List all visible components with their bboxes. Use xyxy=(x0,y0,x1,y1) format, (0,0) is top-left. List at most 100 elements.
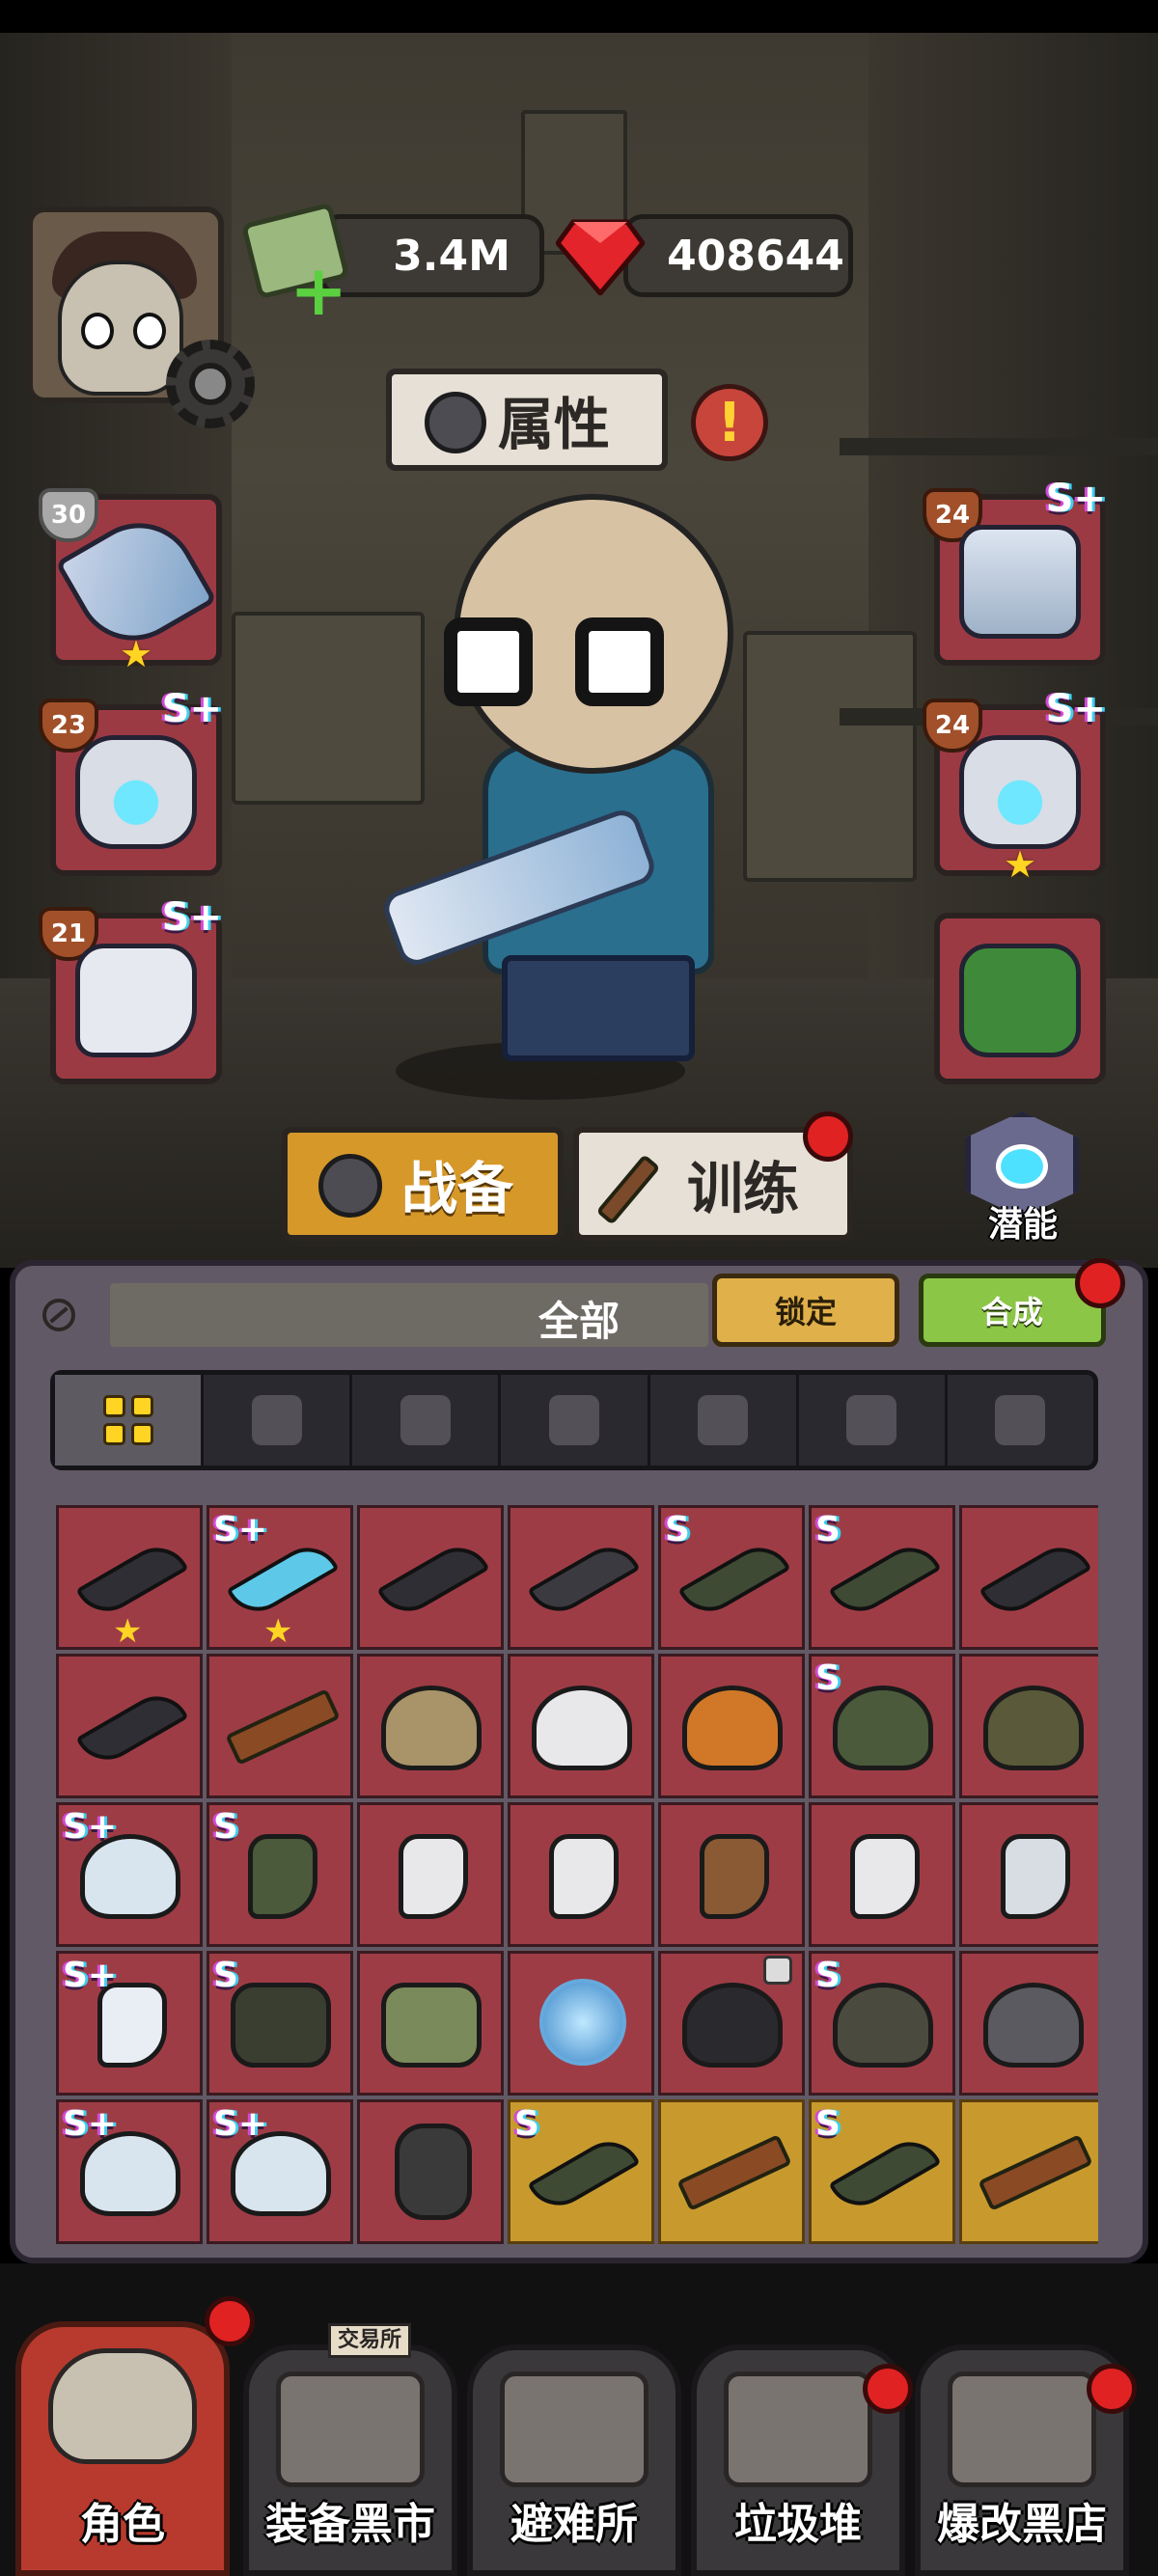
inventory-item[interactable]: S xyxy=(809,1951,955,2096)
category-backpacks[interactable] xyxy=(948,1375,1093,1466)
inventory-item[interactable] xyxy=(357,2099,504,2244)
inventory-item[interactable]: S+ xyxy=(207,2099,353,2244)
inventory-item[interactable] xyxy=(56,1654,203,1798)
notification-dot xyxy=(1075,1258,1125,1308)
helmet-icon xyxy=(983,1983,1084,2068)
vest-icon xyxy=(381,1983,482,2068)
gun-icon xyxy=(75,1684,189,1772)
nav-label: 避难所 xyxy=(510,2500,638,2549)
helmet-icon xyxy=(959,735,1081,849)
inventory-item[interactable]: ★ xyxy=(56,1505,203,1651)
equip-slot-boots[interactable]: 21 S+ xyxy=(39,895,222,1084)
inventory-item[interactable]: S xyxy=(207,1802,353,1947)
nav-item-0[interactable]: 角色 xyxy=(15,2321,230,2576)
boot-icon xyxy=(75,944,197,1057)
inventory-item[interactable]: S xyxy=(207,1951,353,2096)
nav-art-icon xyxy=(500,2371,648,2487)
tab-combat[interactable]: 战备 xyxy=(282,1127,564,1241)
inventory-item[interactable] xyxy=(658,1951,805,2096)
inventory-item[interactable]: S+ xyxy=(56,1951,203,2096)
helmet-icon xyxy=(682,1983,783,2068)
inventory-item[interactable]: S xyxy=(809,2099,955,2244)
inventory-item[interactable] xyxy=(508,1654,654,1798)
inventory-item[interactable] xyxy=(357,1654,504,1798)
slot-level-badge: 30 xyxy=(39,488,98,542)
orb-icon xyxy=(539,1979,626,2066)
inventory-item[interactable] xyxy=(658,1802,805,1947)
alert-exclamation-icon[interactable]: ! xyxy=(691,384,768,461)
boot-icon xyxy=(248,1834,317,1919)
equip-slot-head[interactable]: 24 S+ ★ xyxy=(923,687,1106,886)
inventory-item[interactable]: S+ xyxy=(56,1802,203,1947)
inventory-item[interactable] xyxy=(658,2099,805,2244)
inventory-item[interactable] xyxy=(959,1654,1098,1798)
helmet-icon xyxy=(833,1983,933,2068)
item-grade-badge: S xyxy=(815,1956,841,1995)
notification-dot xyxy=(803,1111,853,1162)
inventory-item[interactable]: S+ ★ xyxy=(207,1505,353,1651)
item-grade-badge: S xyxy=(213,1956,238,1995)
item-grade-badge: S xyxy=(815,1658,841,1698)
helmet-icon xyxy=(80,2131,180,2216)
inventory-item[interactable]: S+ xyxy=(56,2099,203,2244)
inventory-item[interactable] xyxy=(809,1802,955,1947)
inventory-item[interactable] xyxy=(357,1951,504,2096)
helmet-icon xyxy=(381,1685,482,1770)
add-cash-plus-icon[interactable]: + xyxy=(290,256,347,325)
inventory-item[interactable] xyxy=(959,2099,1098,2244)
tab-combat-label: 战备 xyxy=(401,1156,514,1221)
inventory-item[interactable] xyxy=(959,1951,1098,2096)
boot-icon xyxy=(399,1834,468,1919)
filter-toggle-icon[interactable] xyxy=(42,1299,75,1331)
nav-label: 垃圾堆 xyxy=(734,2500,862,2549)
attributes-button[interactable]: 属性 xyxy=(386,369,668,471)
cash-amount: 3.4M xyxy=(393,231,510,281)
item-grade-badge: S xyxy=(665,1510,690,1549)
pack-icon xyxy=(395,2124,472,2220)
inventory-item[interactable]: S xyxy=(809,1654,955,1798)
inventory-item[interactable]: S xyxy=(809,1505,955,1650)
category-pants[interactable] xyxy=(501,1375,650,1466)
inventory-item[interactable] xyxy=(508,1505,654,1650)
item-grade-badge: S xyxy=(514,2104,539,2144)
boot-icon xyxy=(850,1834,920,1919)
inventory-item[interactable] xyxy=(959,1505,1098,1650)
gun-icon xyxy=(527,2129,641,2218)
helmet-icon xyxy=(80,1834,180,1919)
equip-slot-helmet[interactable]: 23 S+ xyxy=(39,687,222,876)
item-grade-badge: S+ xyxy=(63,1807,118,1847)
inventory-item[interactable] xyxy=(207,1654,353,1798)
category-armor[interactable] xyxy=(650,1375,799,1466)
settings-gear-icon[interactable] xyxy=(166,340,255,428)
item-grade-badge: S+ xyxy=(213,1510,268,1549)
inventory-item[interactable] xyxy=(959,1802,1098,1947)
inventory-item[interactable] xyxy=(508,1951,654,2096)
filter-label[interactable]: 全部 xyxy=(463,1289,695,1348)
inventory-item[interactable] xyxy=(508,1802,654,1947)
potential-button[interactable]: 潜能 xyxy=(955,1111,1090,1245)
equip-slot-backpack[interactable] xyxy=(934,913,1106,1084)
ak-icon xyxy=(978,2134,1093,2211)
nav-item-2[interactable]: 避难所 xyxy=(467,2344,681,2576)
inventory-item[interactable]: S xyxy=(508,2099,654,2244)
inventory-item[interactable] xyxy=(357,1802,504,1947)
inventory-item[interactable]: S xyxy=(658,1505,805,1650)
equip-slot-armor[interactable]: 24 S+ xyxy=(923,477,1106,666)
avatar-eye xyxy=(81,313,114,349)
gem-amount: 408644 xyxy=(667,231,844,281)
category-helmets[interactable] xyxy=(352,1375,502,1466)
lock-button[interactable]: 锁定 xyxy=(712,1274,899,1347)
item-grade-badge: S xyxy=(815,1510,841,1549)
inventory-item[interactable] xyxy=(357,1505,504,1650)
star-icon: ★ xyxy=(1004,843,1037,886)
category-guns[interactable] xyxy=(204,1375,353,1466)
inventory-item[interactable] xyxy=(658,1654,805,1798)
category-all[interactable] xyxy=(55,1375,205,1466)
ak-icon xyxy=(676,2134,792,2211)
equip-slot-weapon[interactable]: 30 ★ xyxy=(39,488,222,675)
category-masks[interactable] xyxy=(799,1375,948,1466)
gun-icon xyxy=(75,1535,189,1624)
notification-dot xyxy=(1087,2364,1137,2414)
nav-item-1[interactable]: 装备黑市 xyxy=(243,2344,457,2576)
gun-icon xyxy=(251,1395,302,1445)
